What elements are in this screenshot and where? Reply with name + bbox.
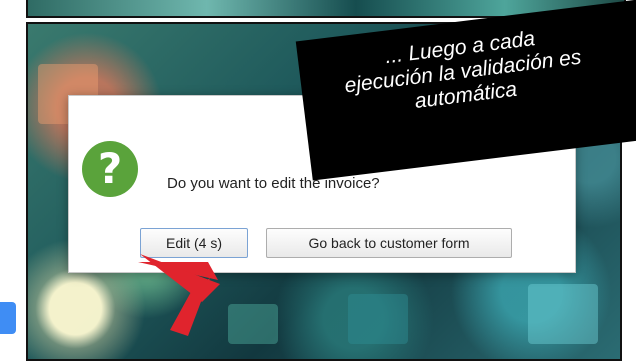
dialog-message: Do you want to edit the invoice?	[167, 175, 380, 192]
question-icon: ?	[82, 141, 138, 197]
arrow-head-fill	[140, 254, 220, 302]
bokeh-square	[348, 294, 408, 344]
go-back-button[interactable]: Go back to customer form	[266, 228, 512, 258]
side-tab[interactable]	[0, 302, 16, 334]
red-arrow-icon	[138, 254, 220, 336]
bokeh-square	[528, 284, 598, 344]
